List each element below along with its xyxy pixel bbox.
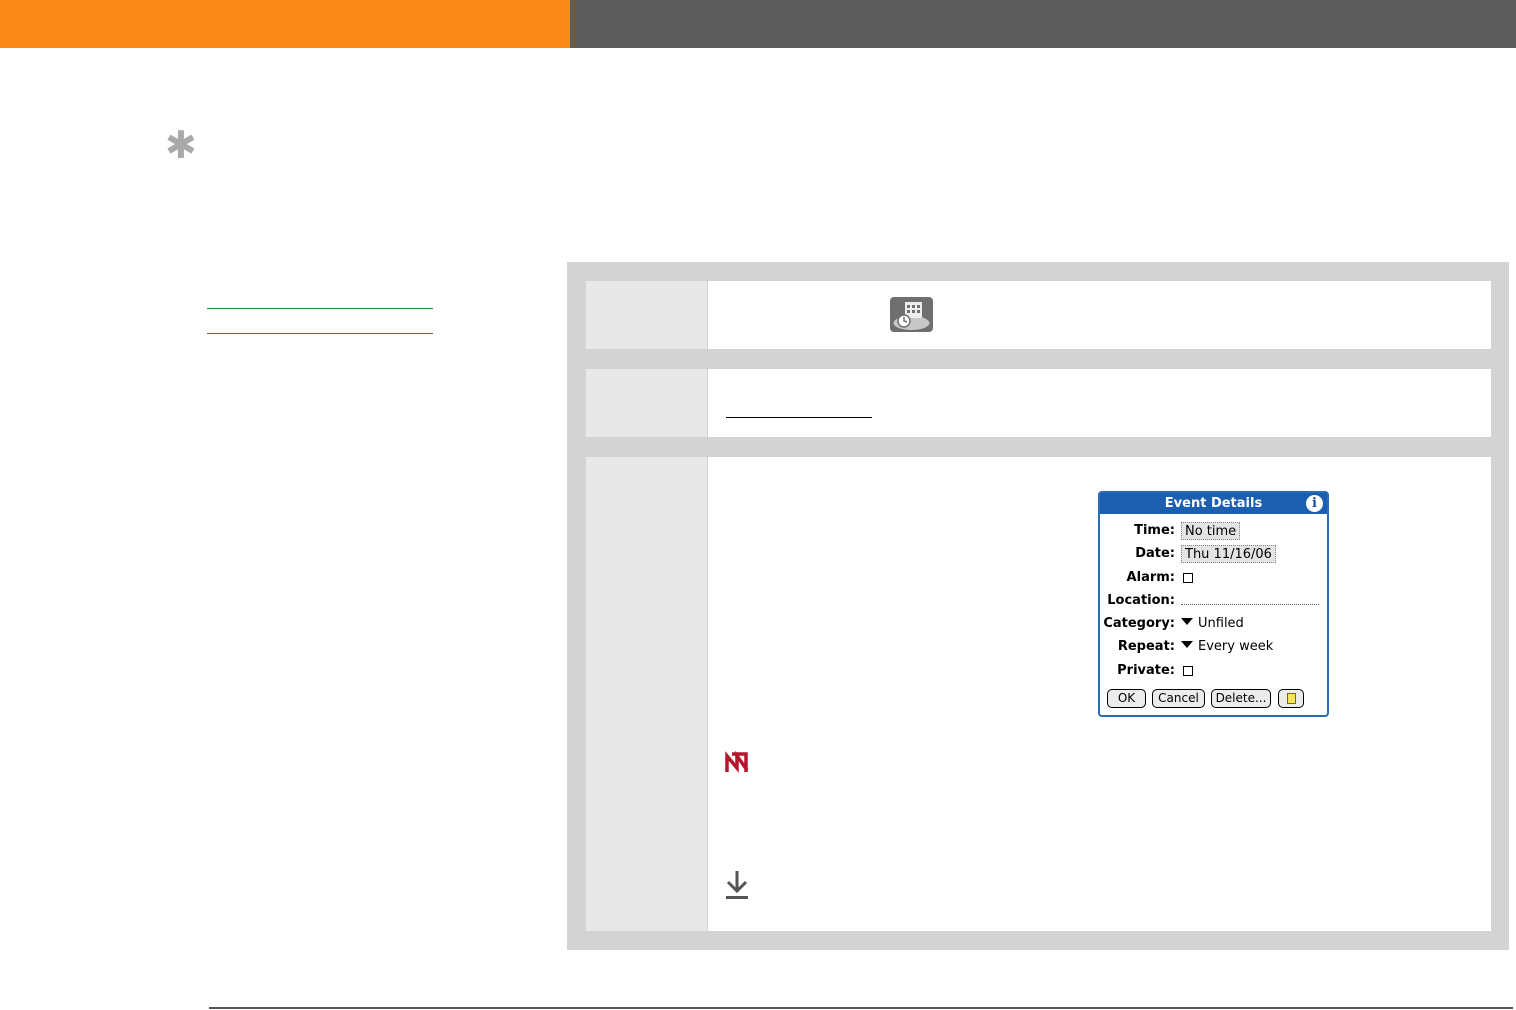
- dropdown-triangle-icon: [1181, 618, 1193, 625]
- category-label: Category:: [1103, 616, 1175, 631]
- download-arrow-icon: [726, 871, 748, 899]
- event-details-dialog: Event Details i Time: No time Date: Thu …: [1098, 491, 1329, 717]
- alarm-checkbox[interactable]: [1183, 573, 1193, 583]
- ok-button[interactable]: OK: [1107, 689, 1146, 708]
- step-2-number-cell: [586, 369, 707, 437]
- location-label: Location:: [1107, 593, 1175, 608]
- date-label: Date:: [1135, 546, 1175, 561]
- date-field[interactable]: Thu 11/16/06: [1181, 545, 1276, 563]
- note-button[interactable]: [1278, 689, 1304, 708]
- note-icon: [1287, 693, 1296, 704]
- time-field[interactable]: No time: [1181, 522, 1241, 540]
- dropdown-triangle-icon: [1181, 641, 1193, 648]
- header-bar: [570, 0, 1516, 48]
- dialog-title-bar: Event Details i: [1100, 493, 1327, 514]
- alarm-label: Alarm:: [1126, 570, 1175, 585]
- repeat-picker[interactable]: Every week: [1181, 639, 1273, 655]
- step-3-number-cell: [586, 457, 707, 931]
- palm-warning-icon: [725, 751, 749, 773]
- private-checkbox[interactable]: [1183, 666, 1193, 676]
- category-picker[interactable]: Unfiled: [1181, 616, 1244, 632]
- sidebar-link-2[interactable]: [207, 333, 433, 334]
- location-field[interactable]: [1181, 604, 1319, 605]
- calendar-app-icon[interactable]: [890, 297, 933, 332]
- private-label: Private:: [1117, 663, 1175, 678]
- delete-button[interactable]: Delete...: [1211, 689, 1271, 708]
- category-value: Unfiled: [1198, 616, 1244, 631]
- cancel-button[interactable]: Cancel: [1152, 689, 1205, 708]
- repeat-label: Repeat:: [1117, 639, 1175, 654]
- inline-link-underline[interactable]: [726, 417, 872, 418]
- info-icon[interactable]: i: [1306, 495, 1323, 512]
- header-bar-accent: [0, 0, 570, 48]
- time-label: Time:: [1134, 523, 1175, 538]
- step-2-content: [708, 369, 1491, 437]
- step-1-number-cell: [586, 281, 707, 349]
- repeat-value: Every week: [1198, 639, 1274, 654]
- step-1-content: [708, 281, 1491, 349]
- footer-rule: [209, 1007, 1513, 1009]
- dialog-title: Event Details: [1164, 496, 1263, 511]
- asterisk-icon: ✱: [165, 123, 197, 167]
- sidebar-link-1[interactable]: [207, 308, 433, 309]
